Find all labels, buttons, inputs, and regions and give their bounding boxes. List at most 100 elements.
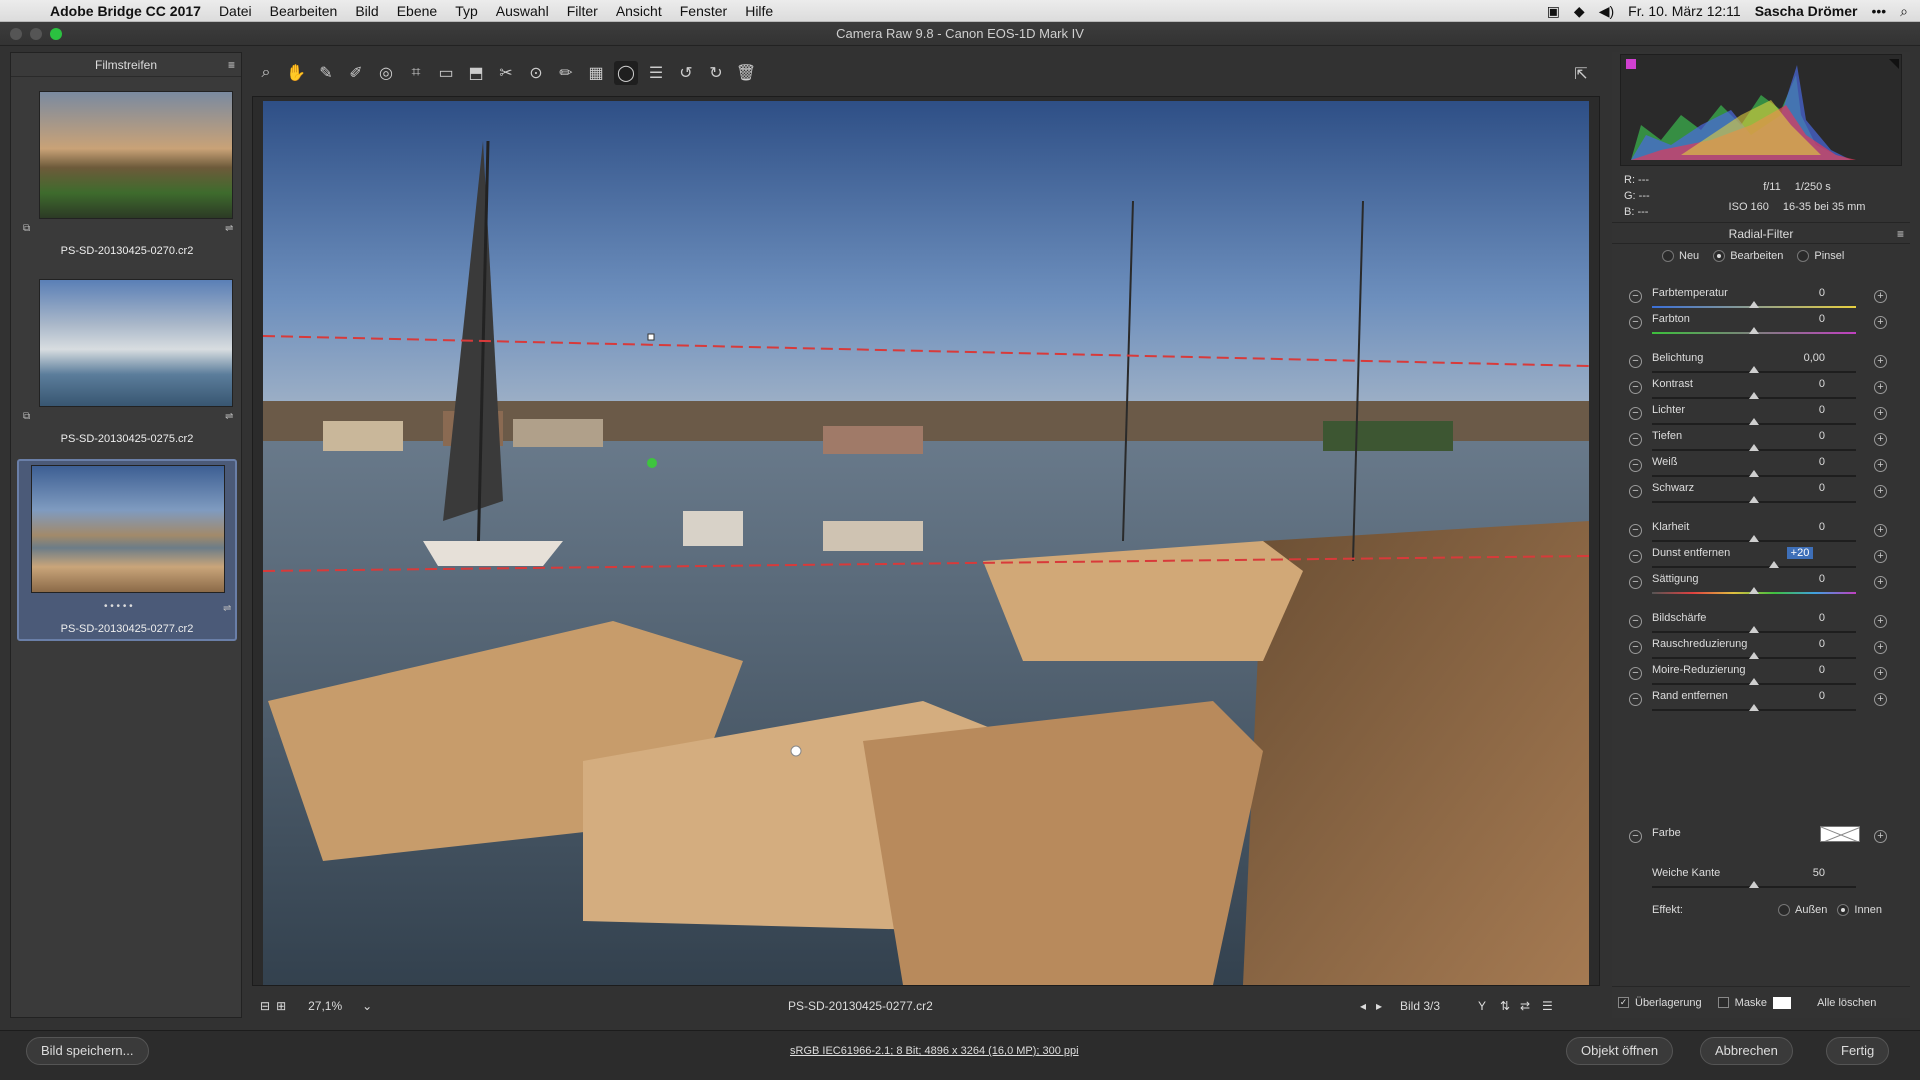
photo-preview[interactable] (263, 101, 1589, 985)
graduated-filter-icon[interactable]: ▦ (584, 61, 608, 85)
next-image-icon[interactable]: ▸ (1376, 999, 1382, 1013)
more-icon[interactable]: ••• (1871, 3, 1886, 19)
copy-icon[interactable]: ⧉ (23, 411, 30, 422)
minus-icon[interactable]: − (1629, 524, 1642, 537)
radial-filter-pin[interactable] (790, 745, 802, 757)
minus-icon[interactable]: − (1629, 433, 1642, 446)
crop-tool-icon[interactable]: ⌗ (404, 61, 428, 85)
plus-icon[interactable]: + (1874, 641, 1887, 654)
camera-icon[interactable]: ▣ (1547, 3, 1560, 20)
slider-knob[interactable] (1749, 418, 1759, 425)
slider-knob[interactable] (1749, 444, 1759, 451)
slider-knob[interactable] (1749, 366, 1759, 373)
transform-tool-icon[interactable]: ⬒ (464, 61, 488, 85)
slider-knob[interactable] (1749, 392, 1759, 399)
minus-icon[interactable]: − (1629, 407, 1642, 420)
minus-icon[interactable]: − (1629, 316, 1642, 329)
menu-filter[interactable]: Filter (567, 3, 598, 19)
slider-value[interactable]: 0 (1777, 482, 1825, 494)
close-window-button[interactable] (10, 28, 22, 40)
effect-outside-radio[interactable]: Außen (1777, 904, 1827, 917)
slider-value[interactable]: 0 (1777, 456, 1825, 468)
feather-value[interactable]: 50 (1777, 867, 1825, 879)
minus-icon[interactable]: − (1629, 290, 1642, 303)
slider-value[interactable]: 0 (1777, 638, 1825, 650)
toggle-settings-icon[interactable]: ☰ (1542, 999, 1553, 1013)
plus-icon[interactable]: + (1874, 407, 1887, 420)
settings-adjust-icon[interactable]: ⇌ (223, 603, 231, 614)
plus-icon[interactable]: + (1874, 459, 1887, 472)
rotate-right-icon[interactable]: ↻ (704, 61, 728, 85)
plus-icon[interactable]: + (1874, 693, 1887, 706)
before-after-y-icon[interactable]: Y (1478, 999, 1486, 1013)
mask-checkbox[interactable] (1717, 997, 1729, 1008)
slider-value[interactable]: 0,00 (1777, 352, 1825, 364)
color-swatch[interactable] (1820, 826, 1860, 842)
slider-knob[interactable] (1749, 496, 1759, 503)
red-eye-tool-icon[interactable]: ⊙ (524, 61, 548, 85)
menu-hilfe[interactable]: Hilfe (745, 3, 773, 19)
volume-icon[interactable]: ◀) (1599, 3, 1614, 20)
zoom-in-icon[interactable]: ⊞ (276, 999, 286, 1013)
rating-stars[interactable]: • • • • • (104, 601, 133, 612)
plus-icon[interactable]: + (1874, 615, 1887, 628)
radial-filter-icon[interactable]: ◯ (614, 61, 638, 85)
plus-icon[interactable]: + (1874, 524, 1887, 537)
clock[interactable]: Fr. 10. März 12:11 (1628, 3, 1741, 19)
done-button[interactable]: Fertig (1826, 1037, 1890, 1065)
menu-typ[interactable]: Typ (455, 3, 478, 19)
slider-value[interactable]: 0 (1777, 573, 1825, 585)
copy-icon[interactable]: ⧉ (23, 223, 30, 234)
slider-rand-entfernen[interactable]: − Rand entfernen 0 + (1612, 687, 1910, 719)
copy-settings-icon[interactable]: ⇄ (1520, 999, 1530, 1013)
plus-icon[interactable]: + (1874, 576, 1887, 589)
clear-all-button[interactable]: Alle löschen (1817, 997, 1876, 1009)
filmstrip-item-1[interactable]: ⧉ ⇌ PS-SD-20130425-0270.cr2 (17, 83, 237, 265)
color-minus-icon[interactable]: − (1629, 830, 1642, 843)
plus-icon[interactable]: + (1874, 290, 1887, 303)
filmstrip-menu-icon[interactable]: ≡ (228, 53, 235, 77)
mode-brush-radio[interactable]: Pinsel (1797, 250, 1844, 263)
settings-adjust-icon[interactable]: ⇌ (225, 223, 233, 234)
zoom-tool-icon[interactable]: ⌕ (254, 61, 278, 85)
prev-image-icon[interactable]: ◂ (1360, 999, 1366, 1013)
overlay-checkbox[interactable]: ✓ (1618, 997, 1629, 1008)
fullscreen-toggle-icon[interactable]: ⇱ (1569, 62, 1593, 86)
slider-knob[interactable] (1749, 535, 1759, 542)
slider-track[interactable] (1652, 566, 1856, 568)
swap-settings-icon[interactable]: ⇅ (1500, 999, 1510, 1013)
feather-knob[interactable] (1749, 881, 1759, 888)
cancel-button[interactable]: Abbrechen (1700, 1037, 1793, 1065)
filmstrip-item-2[interactable]: ⧉ ⇌ PS-SD-20130425-0275.cr2 (17, 271, 237, 453)
slider-knob[interactable] (1749, 652, 1759, 659)
panel-menu-icon[interactable]: ≡ (1897, 223, 1904, 245)
spot-removal-tool-icon[interactable]: ✂ (494, 61, 518, 85)
plus-icon[interactable]: + (1874, 550, 1887, 563)
slider-value[interactable]: +20 (1787, 547, 1813, 559)
slider-value[interactable]: 0 (1777, 612, 1825, 624)
color-sampler-tool-icon[interactable]: ✐ (344, 61, 368, 85)
zoom-window-button[interactable] (50, 28, 62, 40)
open-object-button[interactable]: Objekt öffnen (1566, 1037, 1674, 1065)
minimize-window-button[interactable] (30, 28, 42, 40)
menu-bearbeiten[interactable]: Bearbeiten (270, 3, 338, 19)
preferences-icon[interactable]: ☰ (644, 61, 668, 85)
mask-color-swatch[interactable] (1773, 996, 1792, 1009)
workflow-options-link[interactable]: sRGB IEC61966-2.1; 8 Bit; 4896 x 3264 (1… (790, 1045, 1079, 1057)
slider-knob[interactable] (1749, 626, 1759, 633)
minus-icon[interactable]: − (1629, 576, 1642, 589)
slider-value[interactable]: 0 (1777, 690, 1825, 702)
zoom-dropdown-icon[interactable]: ⌄ (362, 999, 372, 1013)
slider-value[interactable]: 0 (1777, 664, 1825, 676)
slider-value[interactable]: 0 (1777, 287, 1825, 299)
white-balance-tool-icon[interactable]: ✎ (314, 61, 338, 85)
dropbox-icon[interactable]: ◆ (1574, 3, 1585, 20)
zoom-level[interactable]: 27,1% (308, 999, 342, 1013)
mode-edit-radio[interactable]: Bearbeiten (1713, 250, 1783, 263)
slider-knob[interactable] (1749, 704, 1759, 711)
minus-icon[interactable]: − (1629, 693, 1642, 706)
radial-filter-pin[interactable] (647, 458, 657, 468)
menu-datei[interactable]: Datei (219, 3, 252, 19)
slider-value[interactable]: 0 (1777, 430, 1825, 442)
rotate-left-icon[interactable]: ↺ (674, 61, 698, 85)
